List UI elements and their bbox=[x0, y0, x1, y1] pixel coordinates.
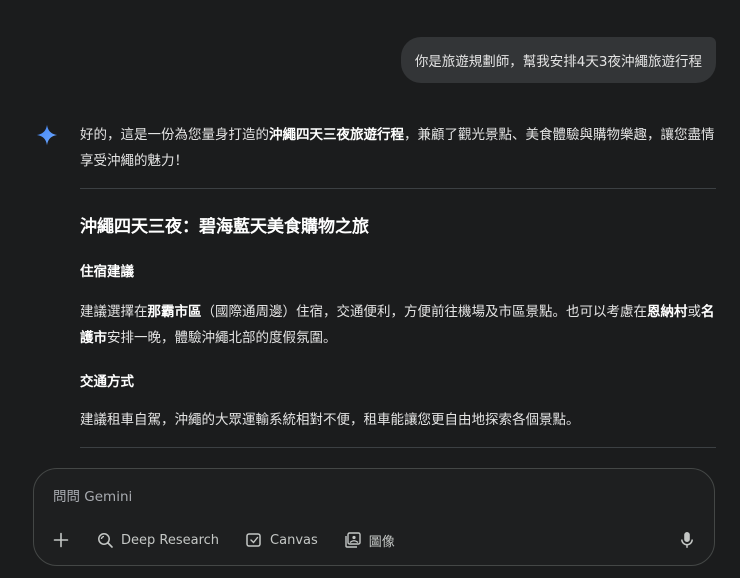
lodging-heading: 住宿建議 bbox=[80, 264, 134, 280]
lodging-text-1: 建議選擇在 bbox=[80, 304, 148, 320]
mic-button[interactable] bbox=[676, 529, 698, 551]
deep-research-button[interactable]: Deep Research bbox=[96, 527, 219, 553]
lodging-text-3: 或 bbox=[687, 304, 702, 320]
research-icon bbox=[98, 533, 113, 548]
user-message-bubble: 你是旅遊規劃師，幫我安排4天3夜沖繩旅遊行程 bbox=[400, 37, 716, 83]
assistant-response: 好的，這是一份為您量身打造的沖繩四天三夜旅遊行程，兼顧了觀光景點、美食體驗與購物… bbox=[80, 120, 716, 448]
lodging-bold-1: 那霸市區 bbox=[147, 304, 202, 320]
itinerary-title: 沖繩四天三夜：碧海藍天美食購物之旅 bbox=[80, 217, 369, 237]
lodging-text-4: 安排一晚，體驗沖繩北部的度假氛圍。 bbox=[107, 330, 337, 346]
add-button[interactable] bbox=[48, 527, 74, 553]
mic-icon bbox=[681, 532, 693, 548]
plus-icon bbox=[53, 532, 69, 548]
gemini-sparkle-icon bbox=[36, 124, 58, 146]
canvas-label: Canvas bbox=[270, 532, 318, 548]
image-button[interactable]: 圖像 bbox=[344, 527, 395, 553]
prompt-input-box[interactable]: 問問 Gemini Deep Research Canvas 圖像 bbox=[33, 468, 715, 566]
response-intro: 好的，這是一份為您量身打造的沖繩四天三夜旅遊行程，兼顧了觀光景點、美食體驗與購物… bbox=[80, 122, 716, 174]
lodging-text-2: （國際通周邊）住宿，交通便利，方便前往機場及市區景點。也可以考慮在 bbox=[201, 304, 648, 320]
deep-research-label: Deep Research bbox=[121, 532, 220, 548]
prompt-placeholder[interactable]: 問問 Gemini bbox=[53, 485, 132, 505]
input-toolbar: Deep Research Canvas 圖像 bbox=[48, 527, 421, 553]
image-icon bbox=[345, 532, 361, 548]
transport-heading: 交通方式 bbox=[80, 374, 134, 390]
lodging-paragraph: 建議選擇在那霸市區（國際通周邊）住宿，交通便利，方便前往機場及市區景點。也可以考… bbox=[80, 299, 716, 351]
canvas-button[interactable]: Canvas bbox=[245, 527, 318, 553]
intro-bold: 沖繩四天三夜旅遊行程 bbox=[269, 127, 404, 143]
chat-area: 你是旅遊規劃師，幫我安排4天3夜沖繩旅遊行程 好的，這是一份為您量身打造的沖繩四… bbox=[0, 0, 740, 578]
divider-1 bbox=[80, 188, 716, 189]
divider-2 bbox=[80, 447, 716, 448]
transport-paragraph: 建議租車自駕，沖繩的大眾運輸系統相對不便，租車能讓您更自由地探索各個景點。 bbox=[80, 412, 580, 428]
lodging-bold-2: 恩納村 bbox=[647, 304, 688, 320]
intro-text-1: 好的，這是一份為您量身打造的 bbox=[80, 127, 269, 143]
user-message-text: 你是旅遊規劃師，幫我安排4天3夜沖繩旅遊行程 bbox=[414, 54, 702, 70]
image-label: 圖像 bbox=[368, 534, 395, 550]
canvas-icon bbox=[246, 533, 261, 547]
